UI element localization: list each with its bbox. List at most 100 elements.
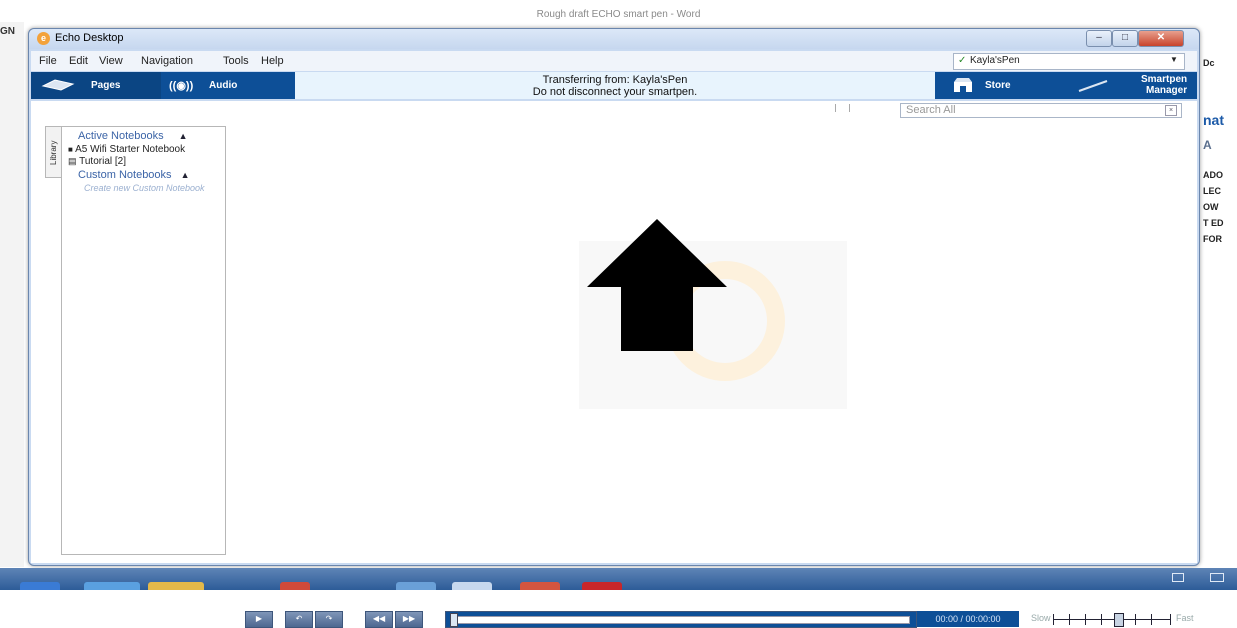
chevron-up-icon: ▲	[180, 170, 190, 180]
notebook-item[interactable]: ▤ Tutorial [2]	[68, 156, 126, 167]
custom-notebooks-label: Custom Notebooks	[78, 169, 172, 181]
pages-label: Pages	[91, 80, 121, 91]
transfer-status: Transferring from: Kayla'sPen Do not dis…	[295, 72, 935, 99]
network-icon[interactable]	[1172, 573, 1184, 582]
search-placeholder: Search All	[906, 104, 956, 116]
store-label: Store	[985, 80, 1011, 91]
custom-notebooks-header[interactable]: Custom Notebooks ▲	[78, 169, 190, 181]
taskbar-app-icon[interactable]	[280, 582, 310, 590]
smartpen-manager-button[interactable]: Smartpen Manager	[1067, 72, 1197, 99]
start-icon[interactable]	[20, 582, 60, 590]
speed-slider-thumb[interactable]	[1114, 613, 1124, 627]
playback-progress-bar[interactable]	[445, 611, 917, 628]
background-word-title: Rough draft ECHO smart pen - Word	[0, 0, 1237, 28]
windows-taskbar	[0, 568, 1237, 590]
search-input[interactable]: Search All ×	[900, 103, 1182, 118]
menu-tools[interactable]: Tools	[223, 55, 249, 67]
library-tab-label: Library	[49, 140, 58, 165]
smartpen-select[interactable]: ✓ Kayla'sPen ▼	[953, 53, 1185, 70]
menu-navigation[interactable]: Navigation	[141, 55, 193, 67]
speed-tick	[1170, 614, 1171, 625]
taskbar-app-icon[interactable]	[84, 582, 140, 590]
redo-button[interactable]: ↷	[315, 611, 343, 628]
speed-tick	[1069, 614, 1070, 625]
smartpen-manager-label: Smartpen Manager	[1141, 74, 1187, 96]
speed-tick	[1151, 614, 1152, 625]
menu-bar: File Edit View Navigation Tools Help ✓ K…	[31, 51, 1197, 71]
store-icon	[954, 78, 972, 92]
background-left-edge	[0, 22, 24, 567]
background-right-fragment: LEC	[1203, 186, 1221, 196]
background-right-fragment: FOR	[1203, 234, 1222, 244]
smartpen-icon	[1078, 80, 1108, 92]
notebook-icon: ▤	[68, 156, 77, 166]
background-right-strip	[1200, 28, 1237, 568]
transfer-status-line1: Transferring from: Kayla'sPen	[542, 74, 688, 86]
skip-forward-button[interactable]: ▶▶	[395, 611, 423, 628]
play-button[interactable]: ▶	[245, 611, 273, 628]
title-bar[interactable]: e Echo Desktop – □ ✕	[29, 29, 1199, 49]
divider	[849, 104, 850, 112]
taskbar-app-icon[interactable]	[452, 582, 492, 590]
search-clear-icon[interactable]: ×	[1165, 105, 1177, 116]
background-right-fragment: T ED	[1203, 218, 1224, 228]
taskbar-app-icon[interactable]	[582, 582, 622, 590]
slow-label: Slow	[1031, 613, 1051, 623]
menu-file[interactable]: File	[39, 55, 57, 67]
smartpen-select-value: Kayla'sPen	[970, 55, 1020, 66]
library-tab[interactable]: Library	[45, 126, 62, 178]
store-button[interactable]: Store	[939, 72, 1065, 99]
speed-tick	[1135, 614, 1136, 625]
notebook-item-label: A5 Wifi Starter Notebook	[75, 144, 186, 155]
background-right-fragment: nat	[1203, 112, 1224, 128]
smartpen-manager-label-line2: Manager	[1146, 85, 1188, 96]
divider	[835, 104, 836, 112]
progress-track	[452, 616, 910, 624]
taskbar-app-icon[interactable]	[148, 582, 204, 590]
menu-help[interactable]: Help	[261, 55, 284, 67]
notebook-icon	[41, 79, 75, 91]
maximize-button[interactable]: □	[1112, 30, 1138, 47]
background-right-fragment: ADO	[1203, 170, 1223, 180]
transfer-status-line2: Do not disconnect your smartpen.	[532, 86, 698, 98]
menu-edit[interactable]: Edit	[69, 55, 88, 67]
speed-tick	[1053, 614, 1054, 625]
active-notebooks-label: Active Notebooks	[78, 130, 164, 142]
chevron-down-icon: ▼	[1170, 55, 1178, 64]
notebook-stack-icon: ■	[68, 145, 73, 154]
notebook-item[interactable]: ■ A5 Wifi Starter Notebook	[68, 144, 185, 155]
taskbar-app-icon[interactable]	[520, 582, 560, 590]
close-button[interactable]: ✕	[1138, 30, 1184, 47]
menu-view[interactable]: View	[99, 55, 123, 67]
fast-label: Fast	[1176, 613, 1194, 623]
background-right-fragment: OW	[1203, 202, 1219, 212]
pages-tab[interactable]: Pages	[31, 72, 161, 99]
chevron-up-icon: ▲	[178, 131, 188, 141]
active-notebooks-header[interactable]: Active Notebooks ▲	[78, 130, 188, 142]
library-panel: Active Notebooks ▲ ■ A5 Wifi Starter Not…	[61, 126, 226, 555]
audio-label: Audio	[209, 80, 238, 91]
notebook-item-label: Tutorial [2]	[79, 156, 126, 167]
taskbar-app-icon[interactable]	[396, 582, 436, 590]
echo-desktop-window: e Echo Desktop – □ ✕ File Edit View Navi…	[28, 28, 1200, 628]
audio-tab[interactable]: ((◉)) Audio	[163, 72, 293, 99]
main-toolbar: Pages ((◉)) Audio Transferring from: Kay…	[31, 72, 1197, 99]
speed-tick	[1085, 614, 1086, 625]
smartpen-manager-label-line1: Smartpen	[1141, 74, 1188, 85]
progress-thumb[interactable]	[450, 613, 458, 627]
background-right-fragment: Dc	[1203, 58, 1215, 68]
audio-icon: ((◉))	[169, 80, 194, 92]
check-icon: ✓	[958, 55, 967, 66]
undo-button[interactable]: ↶	[285, 611, 313, 628]
background-left-fragment: GN	[0, 26, 15, 37]
minimize-button[interactable]: –	[1086, 30, 1112, 47]
window-title: Echo Desktop	[55, 32, 124, 44]
content-area: Search All × Library Active Notebooks ▲ …	[31, 101, 1197, 628]
speed-slider[interactable]	[1053, 613, 1171, 627]
skip-back-button[interactable]: ◀◀	[365, 611, 393, 628]
show-desktop-icon[interactable]	[1210, 573, 1224, 582]
background-right-fragment: A	[1203, 138, 1212, 152]
create-custom-notebook-link[interactable]: Create new Custom Notebook	[84, 183, 225, 193]
echo-app-icon: e	[37, 32, 50, 45]
speed-tick	[1101, 614, 1102, 625]
